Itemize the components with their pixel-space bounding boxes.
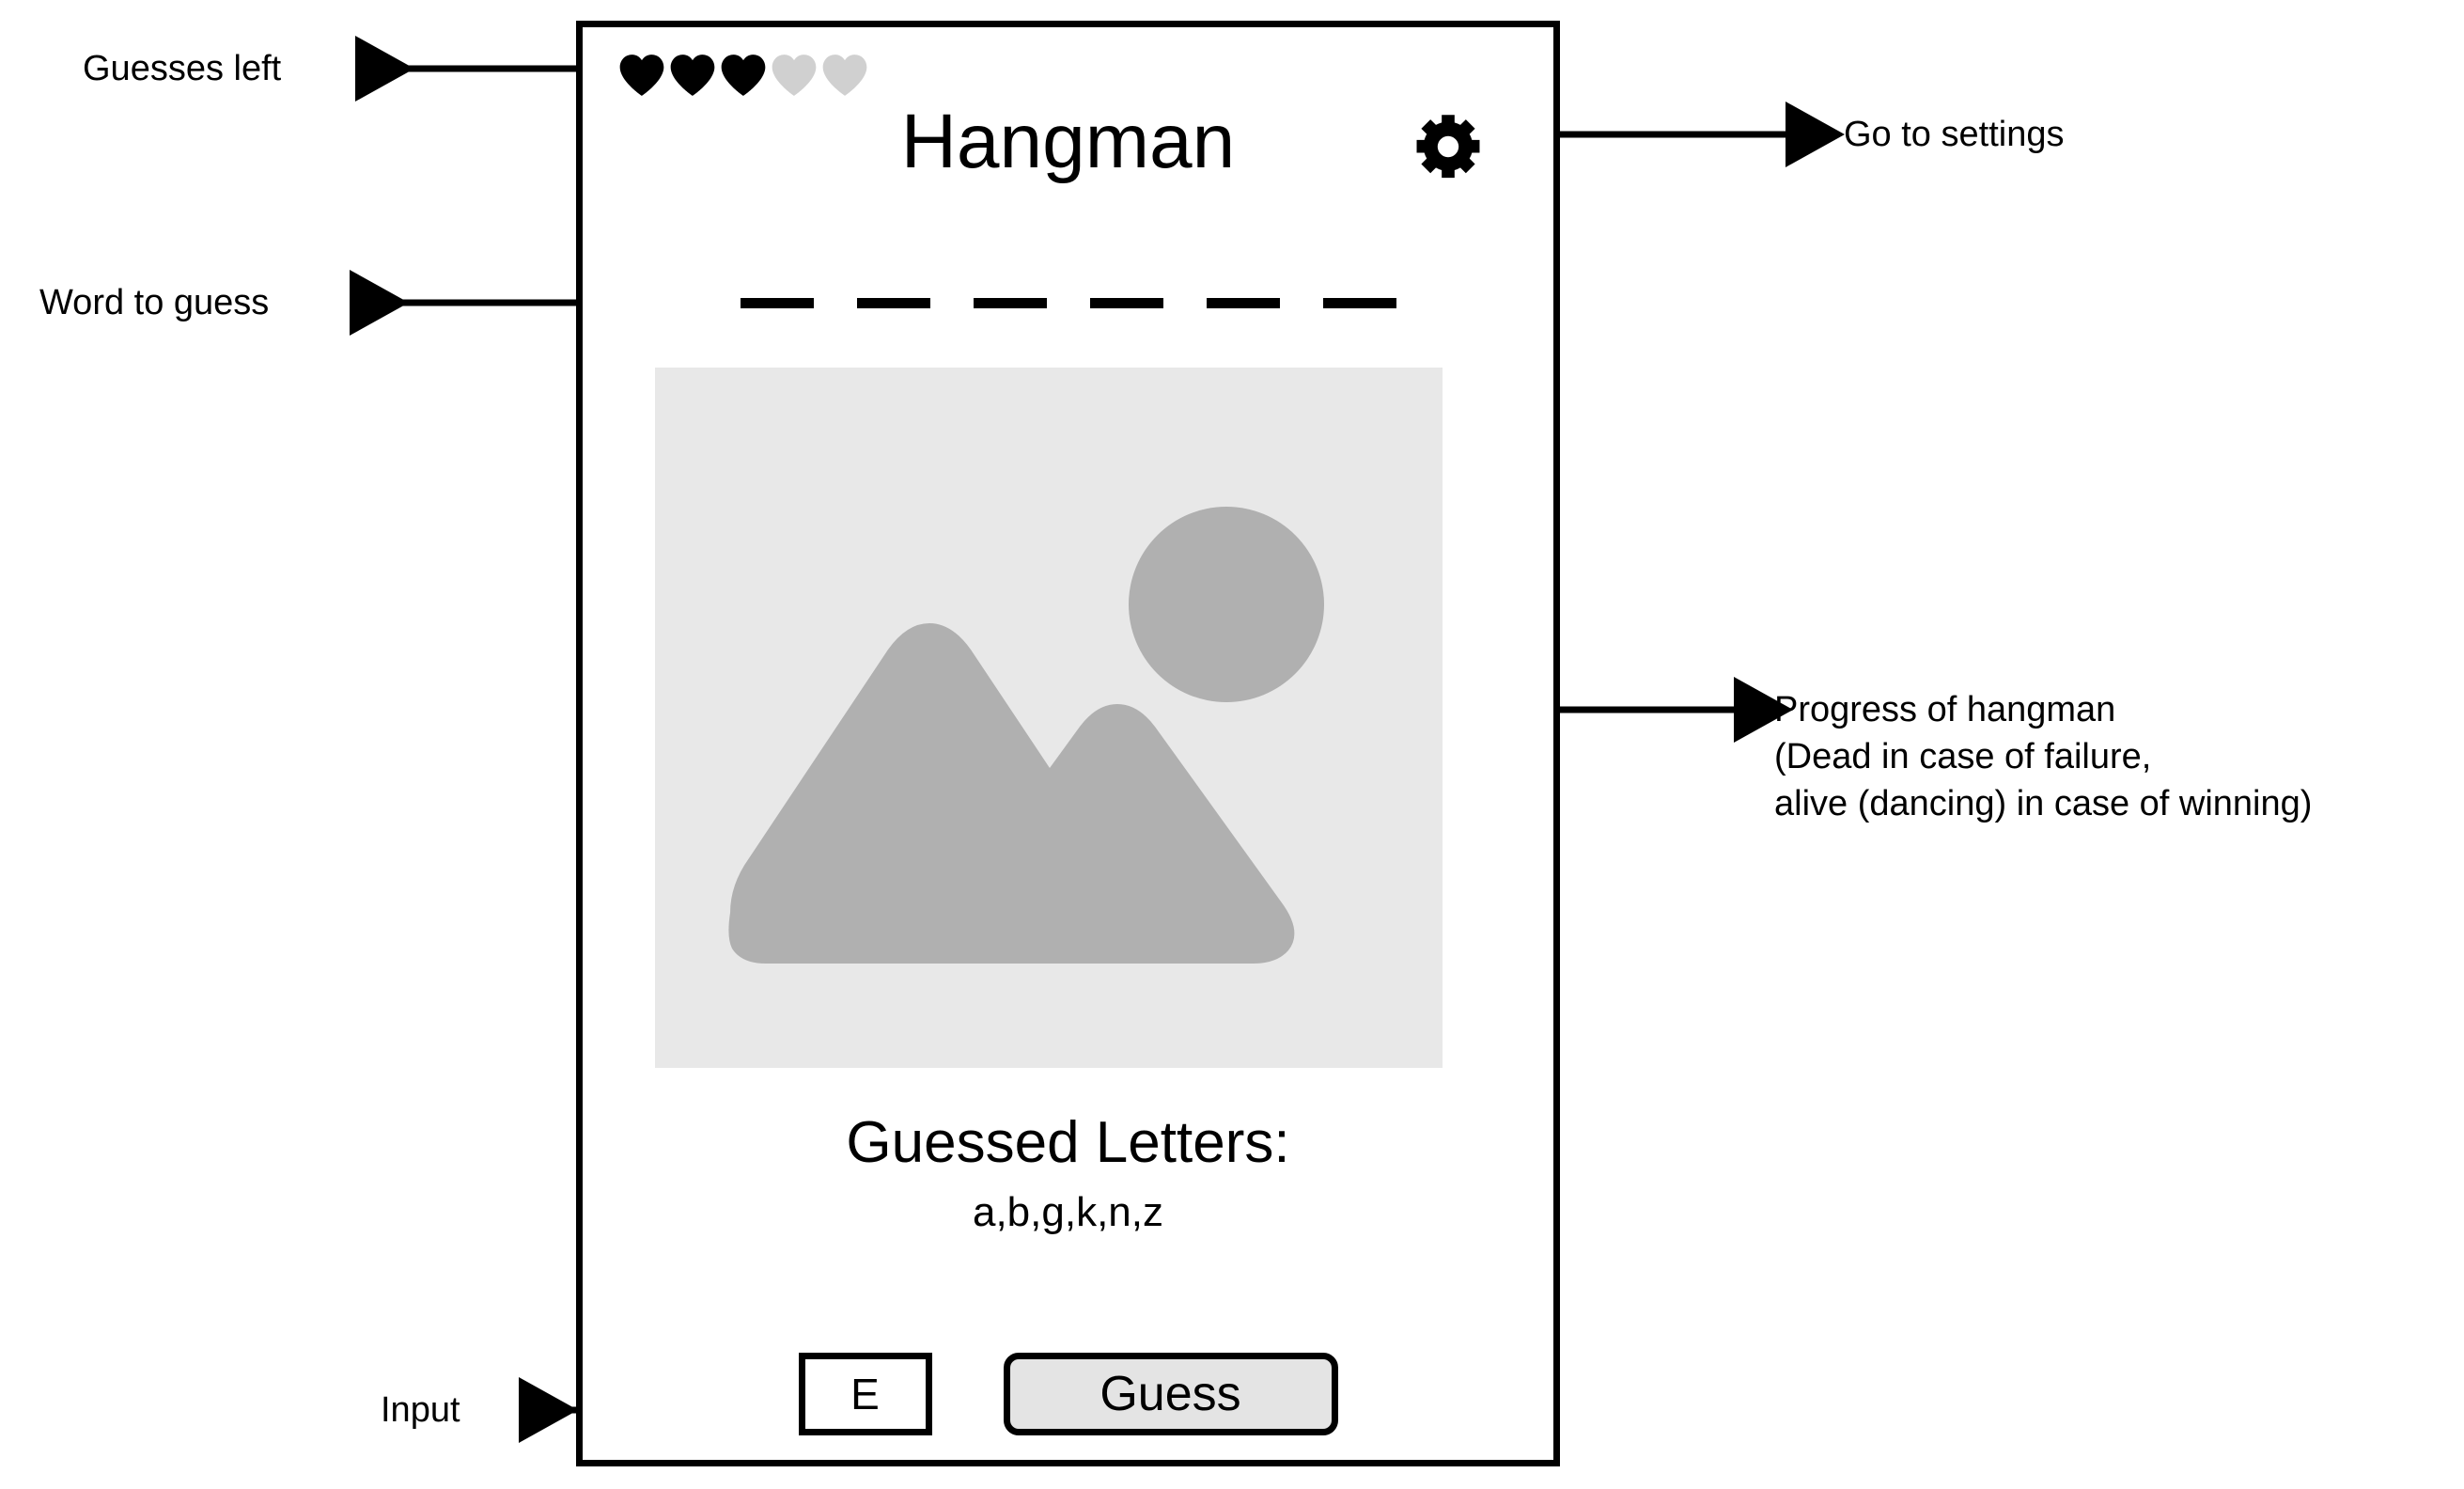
word-to-guess xyxy=(583,298,1553,308)
word-letter-blank xyxy=(856,298,930,308)
guessed-letters-value: a,b,g,k,n,z xyxy=(972,1189,1163,1235)
word-letter-blank xyxy=(1089,298,1163,308)
heart-icon-empty xyxy=(822,55,867,96)
sun-circle-icon xyxy=(1129,507,1324,702)
heart-icon xyxy=(670,55,715,96)
phone-frame: Hangman Guessed Letters: a,b,g,k,n,z E G… xyxy=(576,21,1560,1466)
heart-icon xyxy=(619,55,664,96)
annotation-word-to-guess: Word to guess xyxy=(39,283,270,322)
guess-button[interactable]: Guess xyxy=(1003,1353,1338,1435)
letter-input[interactable]: E xyxy=(798,1353,932,1435)
word-letter-blank xyxy=(740,298,814,308)
guessed-letters-block: Guessed Letters: a,b,g,k,n,z xyxy=(583,1108,1553,1240)
annotation-guesses-left: Guesses left xyxy=(83,49,282,88)
guess-controls: E Guess xyxy=(583,1353,1553,1435)
word-letter-blank xyxy=(1322,298,1396,308)
gear-icon xyxy=(1416,115,1480,179)
app-header: Hangman xyxy=(583,95,1553,198)
heart-icon xyxy=(721,55,766,96)
heart-icon-empty xyxy=(772,55,817,96)
settings-button[interactable] xyxy=(1411,110,1485,183)
page-title: Hangman xyxy=(900,99,1236,184)
word-letter-blank xyxy=(1206,298,1280,308)
annotation-hangman-progress: Progress of hangman (Dead in case of fai… xyxy=(1774,690,2313,824)
guessed-letters-title: Guessed Letters: xyxy=(846,1110,1290,1175)
image-placeholder-icon xyxy=(655,368,1443,1068)
guesses-left-hearts xyxy=(618,54,868,97)
wireframe-canvas: Guesses left Go to settings Word to gues… xyxy=(0,0,2464,1489)
annotation-go-to-settings: Go to settings xyxy=(1844,115,2065,154)
annotation-input: Input xyxy=(381,1390,460,1430)
hangman-progress-image xyxy=(655,368,1443,1068)
word-letter-blank xyxy=(973,298,1047,308)
